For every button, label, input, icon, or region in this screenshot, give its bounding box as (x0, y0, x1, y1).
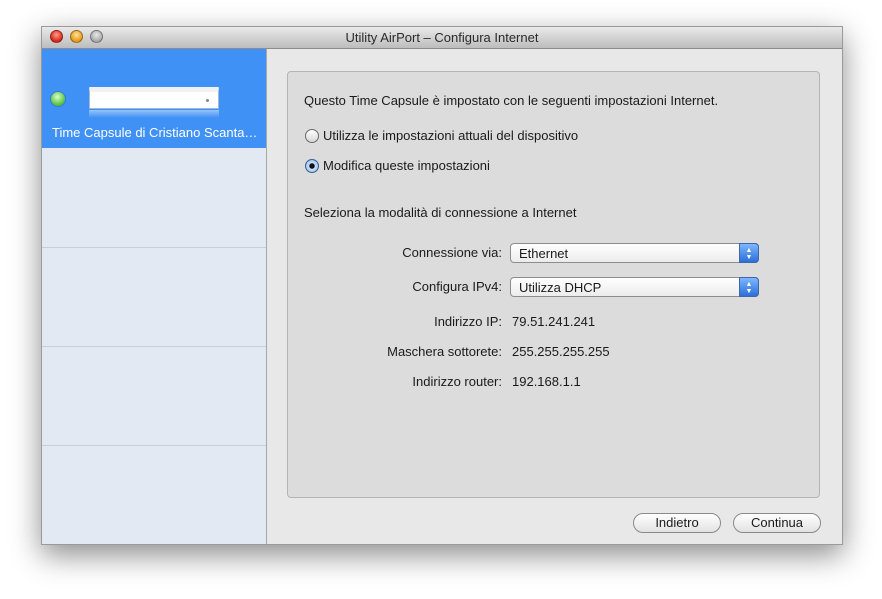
popup-arrows-icon: ▲ ▼ (739, 243, 759, 263)
back-button[interactable]: Indietro (633, 513, 721, 533)
continue-button[interactable]: Continua (733, 513, 821, 533)
radio-modify-label[interactable]: Modifica queste impostazioni (323, 158, 490, 173)
ip-address-label: Indirizzo IP: (434, 314, 502, 329)
radio-modify-settings[interactable] (305, 159, 319, 173)
sidebar-row-divider (42, 445, 266, 446)
ipv4-label: Configura IPv4: (412, 279, 502, 294)
ip-address-value: 79.51.241.241 (512, 314, 596, 329)
popup-arrows-icon: ▲ ▼ (739, 277, 759, 297)
device-sidebar: Time Capsule di Cristiano Scanta… (42, 49, 267, 544)
subnet-mask-value: 255.255.255.255 (512, 344, 610, 359)
ipv4-value: Utilizza DHCP (519, 280, 602, 295)
device-reflection (89, 110, 219, 118)
sidebar-row-divider (42, 247, 266, 248)
airport-utility-window: Utility AirPort – Configura Internet Tim… (41, 26, 843, 545)
ipv4-popup[interactable]: Utilizza DHCP ▲ ▼ (510, 277, 759, 297)
router-address-label: Indirizzo router: (412, 374, 502, 389)
subnet-mask-label: Maschera sottorete: (387, 344, 502, 359)
sidebar-row-divider (42, 346, 266, 347)
intro-text: Questo Time Capsule è impostato con le s… (304, 93, 719, 108)
radio-use-current-label[interactable]: Utilizza le impostazioni attuali del dis… (323, 128, 578, 143)
sidebar-item-time-capsule[interactable]: Time Capsule di Cristiano Scanta… (42, 49, 266, 148)
window-title: Utility AirPort – Configura Internet (345, 30, 539, 45)
status-indicator-icon (51, 92, 65, 106)
time-capsule-icon (89, 87, 219, 109)
radio-use-current-settings[interactable] (305, 129, 319, 143)
connection-label: Connessione via: (402, 245, 502, 260)
title-bar[interactable]: Utility AirPort – Configura Internet (42, 27, 842, 49)
sidebar-item-label: Time Capsule di Cristiano Scanta… (52, 125, 258, 140)
router-address-value: 192.168.1.1 (512, 374, 581, 389)
connection-popup[interactable]: Ethernet ▲ ▼ (510, 243, 759, 263)
device-led-icon (206, 99, 209, 102)
connection-value: Ethernet (519, 246, 569, 261)
section-heading: Seleziona la modalità di connessione a I… (304, 205, 577, 220)
